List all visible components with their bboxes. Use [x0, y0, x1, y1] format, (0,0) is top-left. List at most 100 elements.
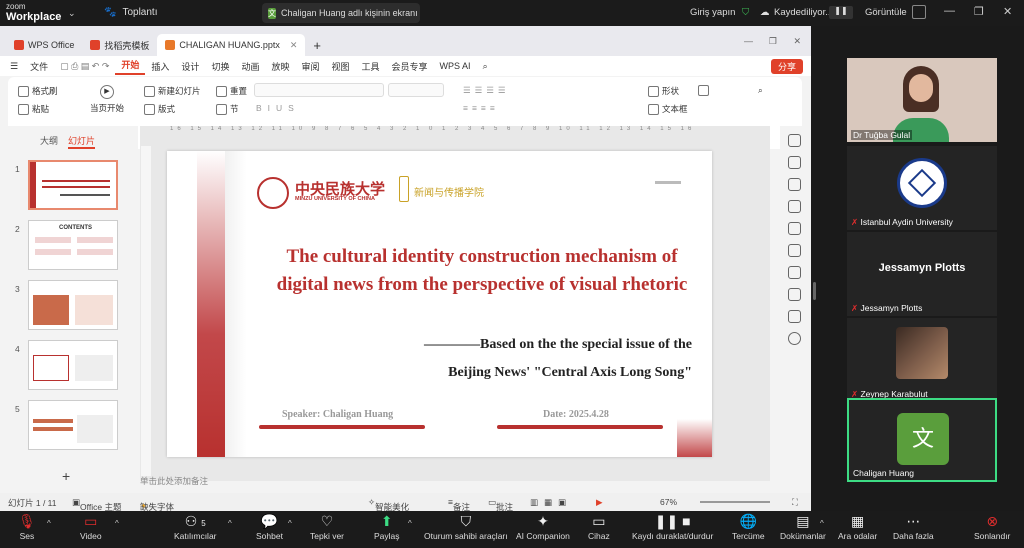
tool-icon-4[interactable]: [788, 200, 801, 213]
current-slide[interactable]: 中央民族大学 MINZU UNIVERSITY OF CHINA 新闻与传播学院…: [167, 151, 712, 457]
tab-wps-office[interactable]: WPS Office: [6, 34, 82, 56]
minimize-icon[interactable]: —: [944, 5, 955, 17]
participant-tile-4[interactable]: ✗ Zeynep Karabulut: [847, 318, 997, 402]
menu-review[interactable]: 审阅: [295, 60, 325, 73]
star-icon[interactable]: [788, 178, 801, 191]
device-button[interactable]: ▭ Cihaz: [588, 511, 610, 548]
menu-view[interactable]: 视图: [326, 60, 356, 73]
play-from-current-button[interactable]: ▶ 当页开始: [90, 85, 124, 114]
menu-transition[interactable]: 切换: [205, 60, 235, 73]
tab-slides[interactable]: 幻灯片: [68, 134, 96, 149]
notes-button[interactable]: ≡ 备注: [448, 497, 470, 512]
menu-insert[interactable]: 插入: [145, 60, 175, 73]
paragraph-buttons[interactable]: ☰☰☰☰: [463, 85, 509, 96]
menu-home[interactable]: 开始: [115, 58, 146, 75]
section-button[interactable]: 节: [216, 103, 239, 115]
video-button[interactable]: ▭ Video: [80, 511, 102, 548]
align-buttons[interactable]: ≡≡≡≡: [463, 103, 499, 113]
chevron-down-icon[interactable]: ⌄: [68, 8, 76, 19]
quick-access-icons[interactable]: ▢ ⎙ ▤ ↶ ↷: [54, 61, 115, 72]
end-meeting-button[interactable]: ⊗ Sonlandır: [974, 511, 1010, 548]
participant-tile-5-active[interactable]: 文 Chaligan Huang: [847, 398, 997, 482]
chat-button[interactable]: 💬 Sohbet: [256, 511, 283, 548]
ai-companion-button[interactable]: ✦ AI Companion: [516, 511, 570, 548]
font-family-select[interactable]: [254, 83, 384, 97]
search-icon[interactable]: ⌕: [477, 61, 494, 72]
grid-view-icon[interactable]: [912, 5, 926, 19]
help-icon[interactable]: [788, 332, 801, 345]
new-tab-button[interactable]: +: [305, 34, 329, 56]
meeting-tab[interactable]: 🐾 Toplantı: [104, 7, 157, 18]
slide-thumb-2[interactable]: CONTENTS: [28, 220, 118, 270]
fill-button[interactable]: [698, 85, 709, 96]
translate-button[interactable]: 🌐 Tercüme: [732, 511, 765, 548]
share-button[interactable]: 分享: [770, 59, 803, 74]
view-mode-buttons[interactable]: ▥▦▣: [530, 497, 572, 508]
fit-icon[interactable]: ⛶: [792, 497, 798, 508]
tool-icon-1[interactable]: [788, 134, 801, 147]
host-tools-button[interactable]: ⛉ Oturum sahibi araçları: [424, 511, 508, 548]
chevron-up-icon[interactable]: ^: [47, 519, 51, 528]
slide-thumb-4[interactable]: [28, 340, 118, 390]
view-menu[interactable]: Görüntüle: [865, 7, 907, 18]
layout-button[interactable]: 版式: [144, 103, 175, 115]
new-slide-button[interactable]: 新建幻灯片: [144, 85, 201, 97]
format-painter-button[interactable]: 格式刷: [18, 85, 58, 97]
participants-button[interactable]: ⚇ 5 Katılımcılar: [174, 511, 217, 548]
comments-button[interactable]: ▭ 批注: [488, 497, 513, 512]
tool-icon-6[interactable]: [788, 244, 801, 257]
tab-outline[interactable]: 大纲: [40, 134, 58, 149]
notes-placeholder[interactable]: 单击此处添加备注: [140, 475, 208, 487]
menu-member[interactable]: 会员专享: [386, 60, 434, 73]
font-style-buttons[interactable]: BIUS: [256, 103, 300, 113]
menu-design[interactable]: 设计: [175, 60, 205, 73]
find-icon[interactable]: ⌕: [758, 85, 763, 96]
shape-button[interactable]: 形状: [648, 85, 679, 97]
minimize-icon[interactable]: —: [744, 36, 753, 46]
theme-status[interactable]: ▣ Office 主题: [72, 497, 121, 512]
participant-tile-3[interactable]: Jessamyn Plotts ✗ Jessamyn Plotts: [847, 232, 997, 316]
menu-slideshow[interactable]: 放映: [265, 60, 295, 73]
font-size-select[interactable]: [388, 83, 444, 97]
tool-icon-8[interactable]: [788, 288, 801, 301]
tab-pptx[interactable]: CHALIGAN HUANG.pptx ✕: [157, 34, 306, 56]
zoom-slider[interactable]: [700, 501, 770, 503]
slide-thumb-1[interactable]: [28, 160, 118, 210]
docs-button[interactable]: ▤ Dokümanlar: [780, 511, 826, 548]
close-icon[interactable]: ✕: [1003, 5, 1012, 18]
hamburger-icon[interactable]: ☰: [0, 61, 24, 72]
menu-tools[interactable]: 工具: [356, 60, 386, 73]
textbox-button[interactable]: 文本框: [648, 103, 688, 115]
paste-button[interactable]: 粘贴: [18, 103, 49, 115]
maximize-icon[interactable]: ❐: [974, 5, 984, 18]
chevron-up-icon[interactable]: ^: [288, 519, 292, 528]
tool-icon-5[interactable]: [788, 222, 801, 235]
menu-animation[interactable]: 动画: [235, 60, 265, 73]
restore-icon[interactable]: ❐: [769, 36, 777, 47]
mute-button[interactable]: 🎙 Ses: [18, 511, 36, 548]
panel-resize-handle[interactable]: [813, 282, 816, 300]
more-button[interactable]: ⋯ Daha fazla: [893, 511, 934, 548]
smart-beautify-button[interactable]: ✧ 智能美化: [368, 497, 409, 512]
share-screen-button[interactable]: ⬆ Paylaş: [374, 511, 400, 548]
play-button[interactable]: ▶: [596, 497, 603, 508]
pause-record-icon[interactable]: ❚❚: [829, 6, 853, 19]
menu-wps-ai[interactable]: WPS AI: [434, 61, 477, 71]
add-slide-button[interactable]: +: [62, 468, 70, 484]
react-button[interactable]: ♡ Tepki ver: [310, 511, 344, 548]
tool-icon-9[interactable]: [788, 310, 801, 323]
chevron-up-icon[interactable]: ^: [228, 519, 232, 528]
close-tab-icon[interactable]: ✕: [290, 40, 298, 51]
close-window-icon[interactable]: ✕: [793, 36, 801, 47]
slide-thumb-3[interactable]: [28, 280, 118, 330]
chevron-up-icon[interactable]: ^: [115, 519, 119, 528]
tool-icon-7[interactable]: [788, 266, 801, 279]
participant-tile-1[interactable]: Dr Tuğba Gulal: [847, 58, 997, 142]
participant-tile-2[interactable]: ✗ Istanbul Aydin University: [847, 146, 997, 230]
reset-button[interactable]: 重置: [216, 85, 247, 97]
chevron-up-icon[interactable]: ^: [408, 519, 412, 528]
share-status-pill[interactable]: 文 Chaligan Huang adlı kişinin ekranı •••: [262, 3, 420, 23]
breakout-rooms-button[interactable]: ▦ Ara odalar: [838, 511, 877, 548]
tool-icon-2[interactable]: [788, 156, 801, 169]
chevron-up-icon[interactable]: ^: [820, 519, 824, 528]
